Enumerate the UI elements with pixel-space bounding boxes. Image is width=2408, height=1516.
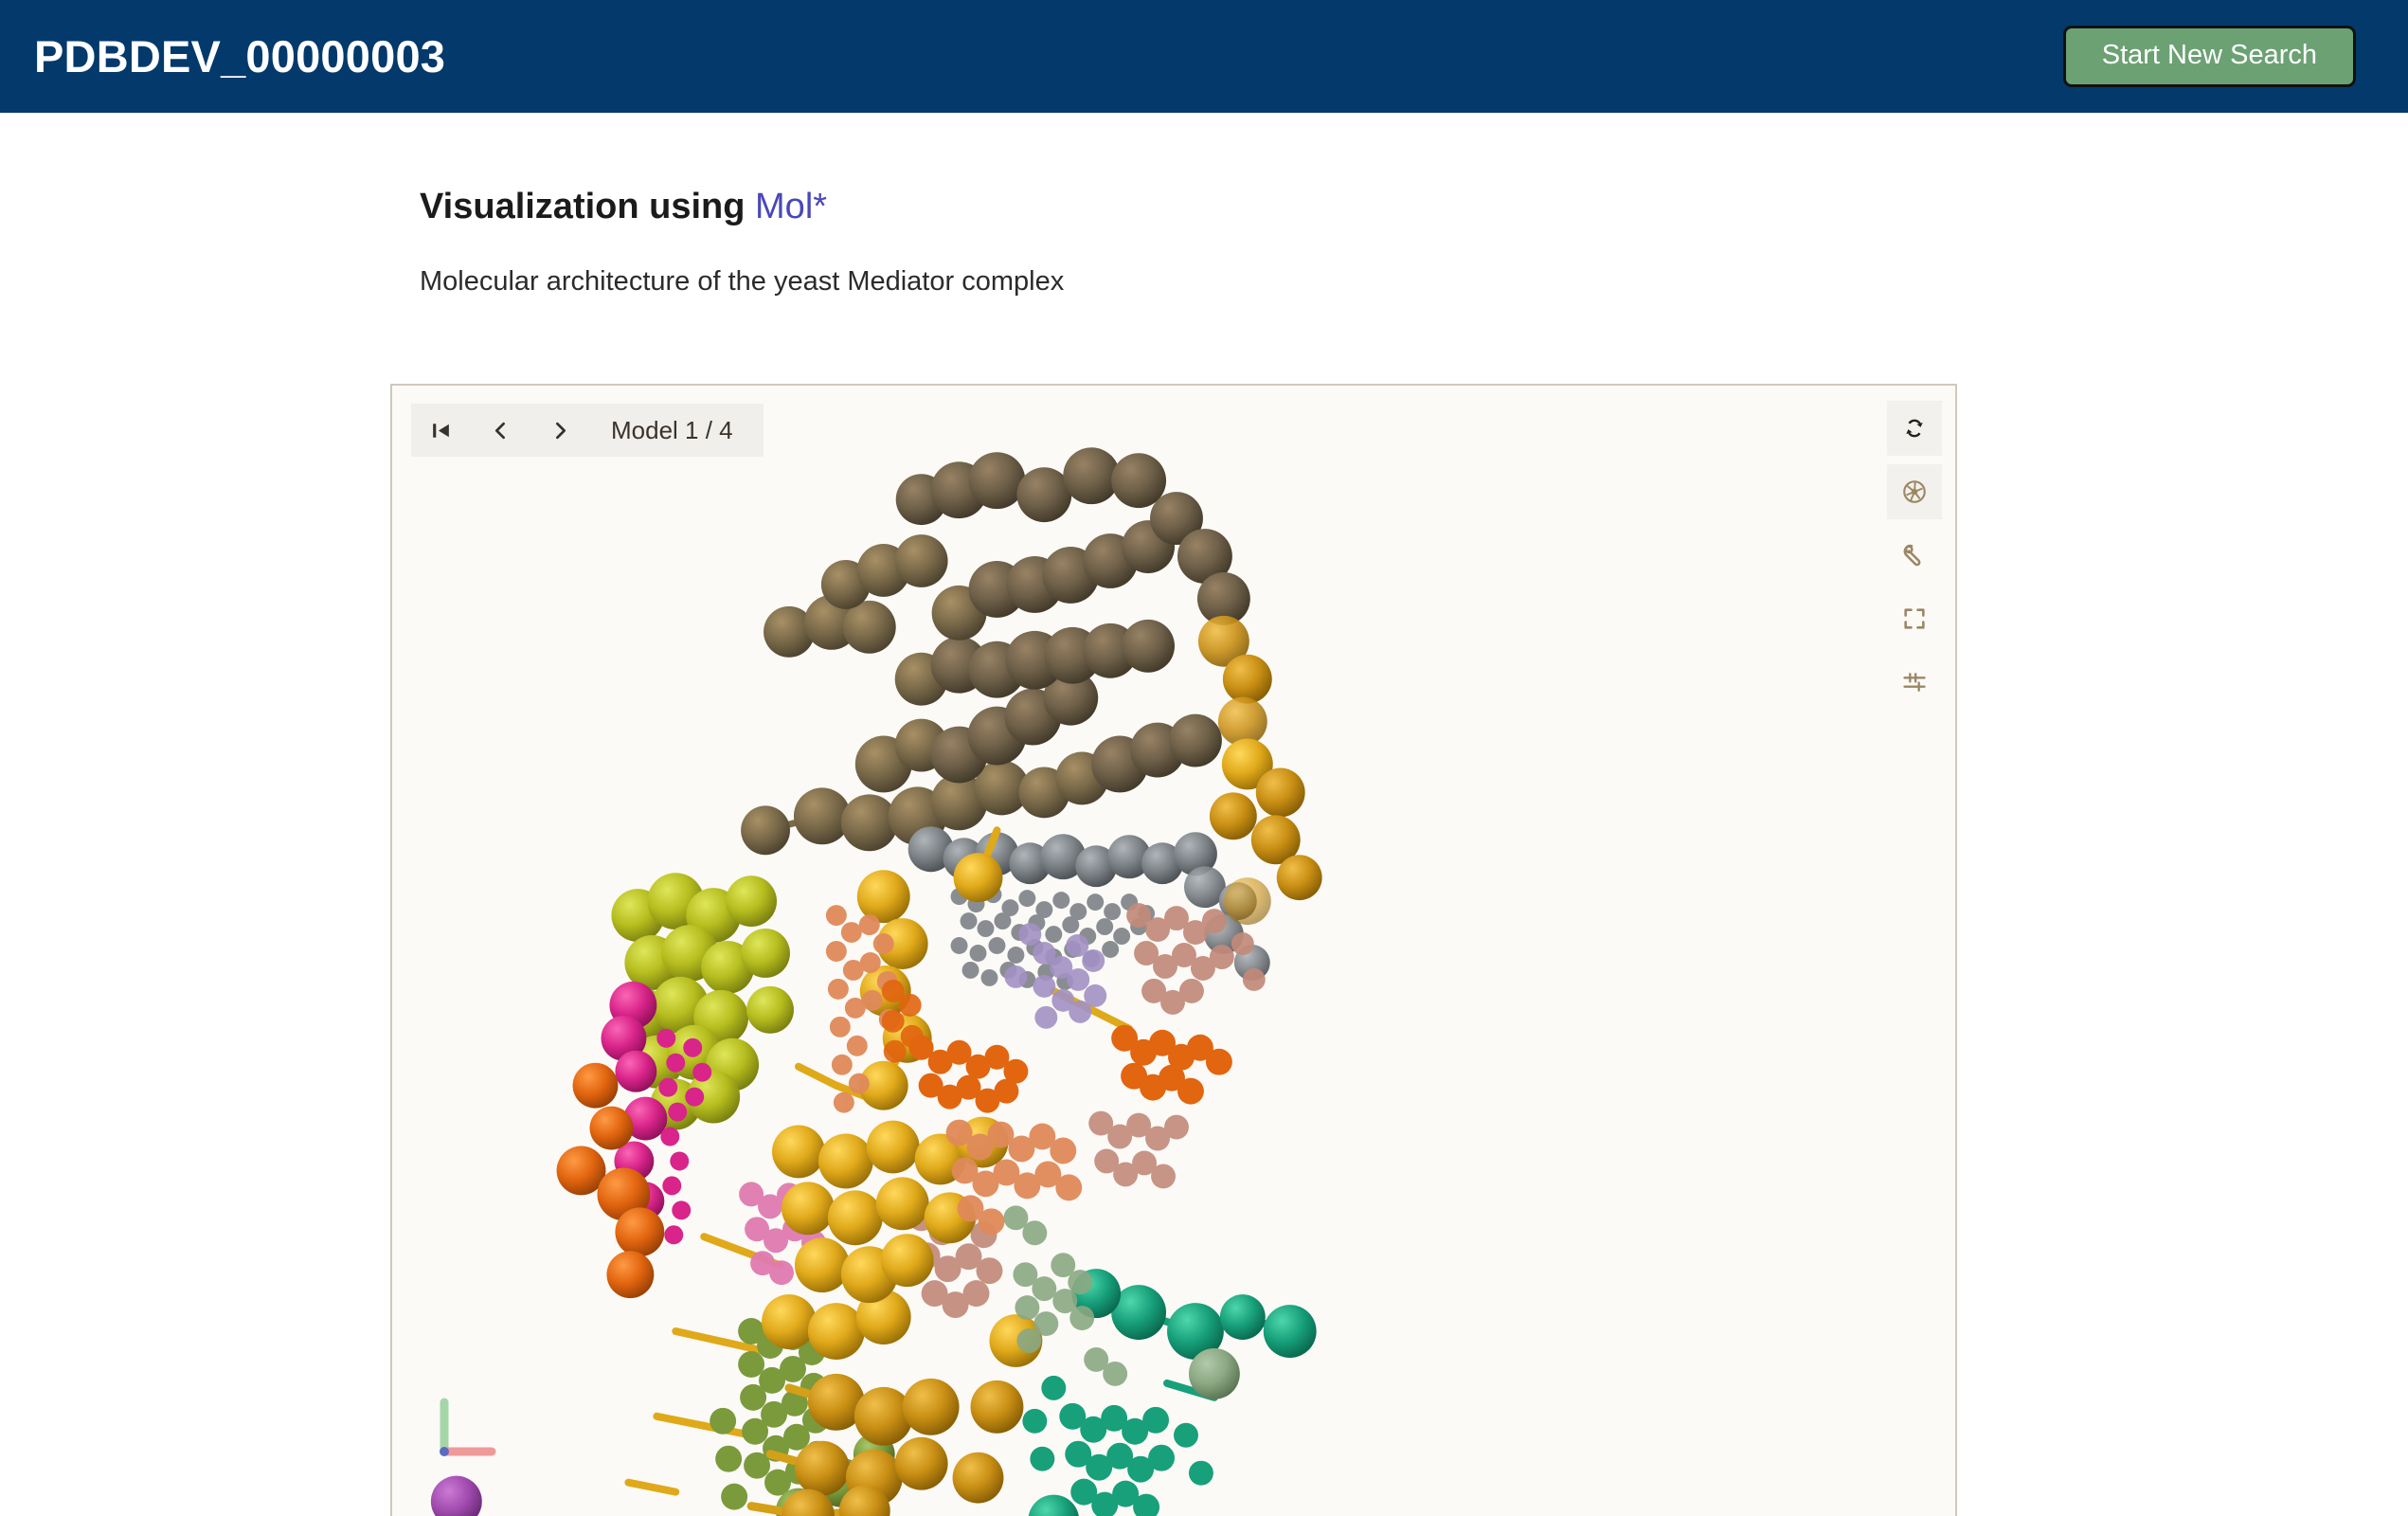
content-wrapper: Visualization using Mol* Molecular archi… xyxy=(420,113,1992,298)
axis-orientation-indicator xyxy=(433,1387,518,1463)
molstar-viewer-panel[interactable]: Model 1 / 4 xyxy=(390,384,1957,1516)
chevron-right-icon[interactable] xyxy=(530,404,590,457)
skip-to-first-icon[interactable] xyxy=(411,404,471,457)
chevron-left-icon[interactable] xyxy=(471,404,530,457)
section-title-prefix: Visualization using xyxy=(420,187,756,226)
structure-description: Molecular architecture of the yeast Medi… xyxy=(420,265,1065,297)
sliders-controls-icon[interactable] xyxy=(1887,655,1942,710)
screenshot-camera-icon[interactable] xyxy=(1887,464,1942,519)
page-body: Visualization using Mol* Molecular archi… xyxy=(0,113,2408,1516)
model-navigation-toolbar[interactable]: Model 1 / 4 xyxy=(411,404,764,457)
model-counter-label: Model 1 / 4 xyxy=(611,416,733,444)
site-header: PDBDEV_00000003 Start New Search xyxy=(0,0,2408,113)
molstar-link[interactable]: Mol* xyxy=(755,187,827,226)
reset-rotation-icon[interactable] xyxy=(1887,401,1942,456)
start-new-search-button[interactable]: Start New Search xyxy=(2062,25,2356,88)
fullscreen-expand-icon[interactable] xyxy=(1887,591,1942,646)
viewer-control-stack[interactable] xyxy=(1887,401,1942,710)
molecular-structure-canvas[interactable] xyxy=(392,386,1955,1516)
wrench-settings-icon[interactable] xyxy=(1887,528,1942,583)
section-title: Visualization using Mol* xyxy=(420,187,1992,227)
page-title: PDBDEV_00000003 xyxy=(34,31,446,81)
